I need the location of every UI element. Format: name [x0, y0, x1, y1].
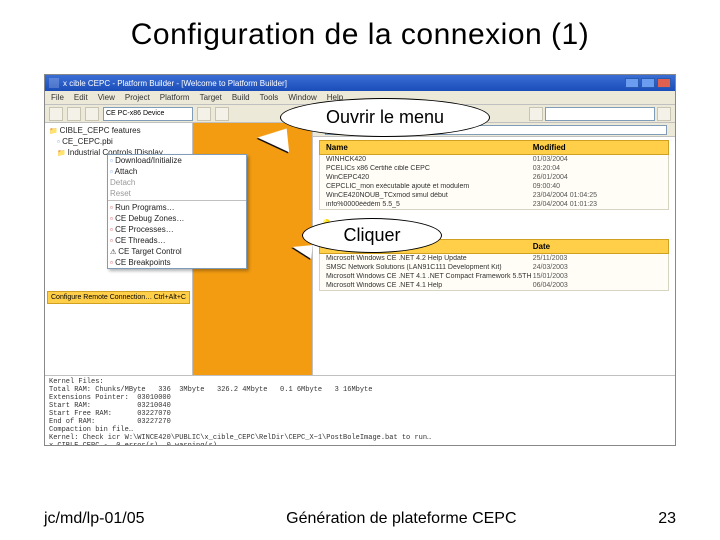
toolbar-button[interactable]: [215, 107, 229, 121]
window-title-text: x cible CEPC - Platform Builder - [Welco…: [63, 79, 287, 88]
table-row[interactable]: Microsoft Windows CE .NET 4.2 Help Updat…: [320, 254, 668, 263]
footer-right: 23: [658, 510, 676, 528]
window-titlebar: x cible CEPC - Platform Builder - [Welco…: [45, 75, 675, 91]
toolbar-button[interactable]: [49, 107, 63, 121]
minimize-button[interactable]: [625, 78, 639, 88]
table-row[interactable]: PCELICs x86 Certifié cible CEPC03:20:04: [320, 164, 668, 173]
slide-title: Configuration de la connexion (1): [0, 0, 720, 62]
menu-run-programs[interactable]: Run Programs…: [108, 202, 246, 213]
search-field[interactable]: [545, 107, 655, 121]
toolbar-button[interactable]: [197, 107, 211, 121]
toolbar-button[interactable]: [657, 107, 671, 121]
table-row[interactable]: WinCEPC42026/01/2004: [320, 173, 668, 182]
toolbar-button[interactable]: [529, 107, 543, 121]
callout-click: Cliquer: [302, 218, 442, 253]
tree-root[interactable]: CIBLE_CEPC features: [47, 125, 190, 136]
menu-item[interactable]: Window: [288, 93, 316, 102]
menu-item[interactable]: View: [98, 93, 115, 102]
build-log[interactable]: Kernel Files: Total RAM: Chunks/MByte 33…: [45, 375, 675, 445]
table-row[interactable]: info%0000éédém 5.5_523/04/2004 01:01:23: [320, 200, 668, 209]
menu-item[interactable]: Build: [232, 93, 250, 102]
menu-detach: Detach: [108, 177, 246, 188]
notify-col-date: Date: [533, 242, 662, 251]
callout-open-menu-tail: [257, 128, 289, 155]
menu-configure-remote[interactable]: Configure Remote Connection… Ctrl+Alt+C: [47, 291, 190, 304]
menu-processes[interactable]: CE Processes…: [108, 224, 246, 235]
slide-footer: jc/md/lp-01/05 Génération de plateforme …: [0, 510, 720, 528]
table-row[interactable]: CEPCLIC_mon exécutable ajouté et modulem…: [320, 182, 668, 191]
menu-item[interactable]: Project: [125, 93, 150, 102]
callout-click-tail: [291, 243, 312, 259]
recent-header: Name Modified: [319, 140, 669, 155]
menu-configure-remote-shortcut: Ctrl+Alt+C: [154, 294, 186, 301]
recent-panel: Name Modified WINHCK42001/03/2004 PCELIC…: [319, 140, 669, 210]
close-button[interactable]: [657, 78, 671, 88]
footer-center: Génération de plateforme CEPC: [145, 510, 659, 528]
project-tree[interactable]: CIBLE_CEPC features CE_CEPC.pbi Industri…: [45, 123, 193, 375]
table-row[interactable]: WinCE420NOUB_TCxmod simul début23/04/200…: [320, 191, 668, 200]
menu-debug-zones[interactable]: CE Debug Zones…: [108, 213, 246, 224]
recent-col-mod: Modified: [533, 143, 662, 152]
callout-open-menu: Ouvrir le menu: [280, 98, 490, 137]
menu-attach[interactable]: Attach: [108, 166, 246, 177]
toolbar-button[interactable]: [67, 107, 81, 121]
maximize-button[interactable]: [641, 78, 655, 88]
menu-item[interactable]: Tools: [260, 93, 279, 102]
menu-threads[interactable]: CE Threads…: [108, 235, 246, 246]
menu-item[interactable]: Target: [200, 93, 222, 102]
menu-target-control[interactable]: CE Target Control: [108, 246, 246, 257]
table-row[interactable]: Microsoft Windows CE .NET 4.1 .NET Compa…: [320, 272, 668, 281]
app-icon: [49, 78, 59, 88]
footer-left: jc/md/lp-01/05: [44, 510, 145, 528]
toolbar-button[interactable]: [85, 107, 99, 121]
table-row[interactable]: Microsoft Windows CE .NET 4.1 Help06/04/…: [320, 281, 668, 290]
menu-item[interactable]: File: [51, 93, 64, 102]
table-row[interactable]: SMSC Network Solutions (LAN91C111 Develo…: [320, 263, 668, 272]
recent-col-name: Name: [326, 143, 533, 152]
tree-item[interactable]: CE_CEPC.pbi: [47, 136, 190, 147]
menu-item[interactable]: Platform: [160, 93, 190, 102]
menu-item[interactable]: Edit: [74, 93, 88, 102]
menu-breakpoints[interactable]: CE Breakpoints: [108, 257, 246, 268]
menu-download[interactable]: Download/Initialize: [108, 155, 246, 166]
menu-reset: Reset: [108, 188, 246, 199]
menu-configure-remote-label: Configure Remote Connection…: [51, 294, 152, 301]
device-combo[interactable]: CE PC-x86 Device: [103, 107, 193, 121]
output-tabs: Build / Debug Log Find in Files 1 Find i…: [45, 445, 675, 446]
table-row[interactable]: WINHCK42001/03/2004: [320, 155, 668, 164]
